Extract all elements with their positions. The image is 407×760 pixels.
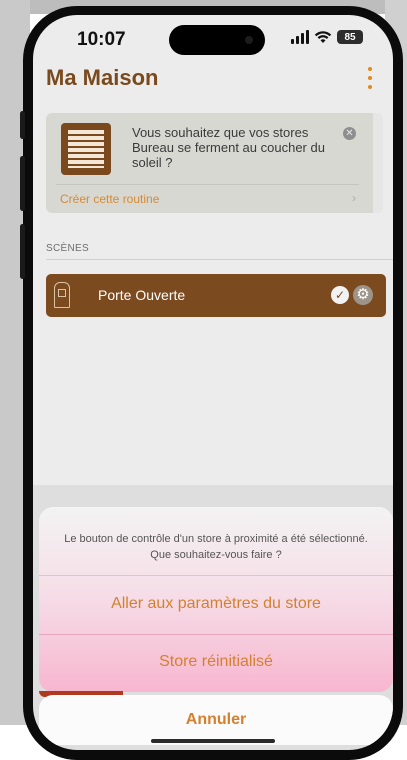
status-time: 10:07 [77,29,126,50]
routine-suggestion-card: Vous souhaitez que vos stores Bureau se … [46,113,383,213]
home-indicator[interactable] [151,739,275,743]
page-title: Ma Maison [46,65,159,90]
action-sheet: Le bouton de contrôle d'un store à proxi… [39,507,393,692]
volume-up-button [20,156,25,211]
scene-item[interactable]: Porte Ouverte ✓ ⚙ [46,274,386,317]
wifi-icon [314,31,332,43]
cancel-button[interactable]: Annuler [39,695,393,745]
action-button [20,111,25,139]
check-icon: ✓ [331,286,349,304]
volume-down-button [20,224,25,279]
phone-screen: 10:07 85 Ma Maison Vous souhaitez que vo… [33,15,393,750]
kebab-menu-icon[interactable] [365,67,375,89]
window-blind-icon [61,123,111,175]
chevron-right-icon: › [352,191,356,205]
card-divider [56,184,359,185]
scene-label: Porte Ouverte [98,287,186,303]
scenes-section-label: SCÈNES [46,243,89,254]
signal-icon [291,30,309,44]
card-edge [373,113,383,213]
suggestion-text: Vous souhaitez que vos stores Bureau se … [132,125,325,170]
battery-icon: 85 [337,30,363,44]
door-icon [54,282,70,308]
store-settings-button[interactable]: Aller aux paramètres du store [39,576,393,634]
close-icon[interactable]: ✕ [343,127,356,140]
create-routine-link[interactable]: Créer cette routine [60,192,159,206]
action-sheet-message: Le bouton de contrôle d'un store à proxi… [64,533,368,561]
gear-icon[interactable]: ⚙ [353,285,373,305]
section-divider [46,259,393,260]
status-icons: 85 [291,30,363,44]
dynamic-island [169,25,265,55]
reset-store-button[interactable]: Store réinitialisé [39,635,393,691]
